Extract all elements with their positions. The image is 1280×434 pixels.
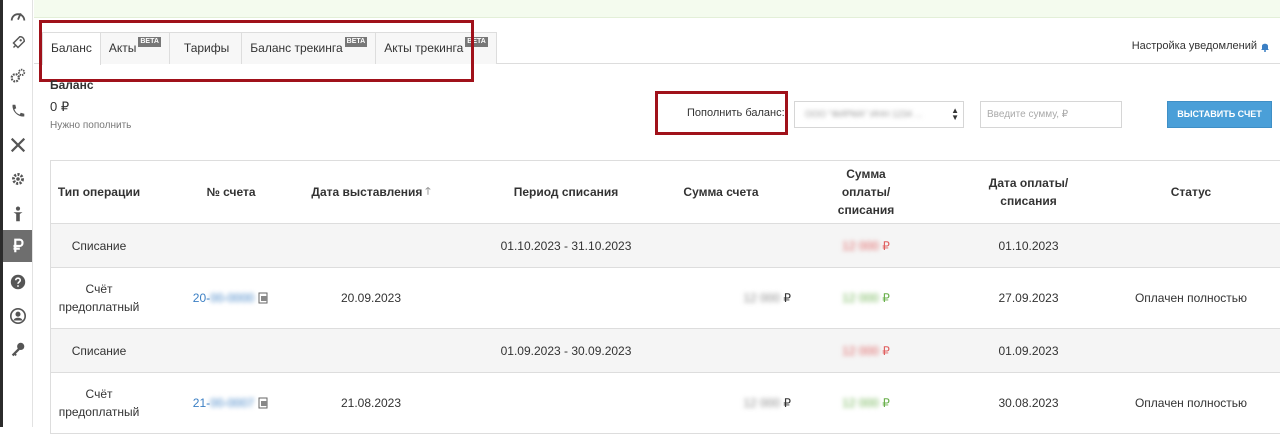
help-icon	[10, 274, 25, 290]
account-select-value: ООО "ФИРМА" ИНН 1234 ...	[805, 109, 923, 119]
table-row: Списание 01.09.2023 - 30.09.2023 12 000 …	[51, 329, 1280, 373]
issue-invoice-button[interactable]: ВЫСТАВИТЬ СЧЕТ	[1167, 101, 1272, 128]
header-type[interactable]: Тип операции	[51, 161, 147, 223]
annotation-box-tabs	[39, 20, 474, 82]
cell-paid-date: 01.10.2023	[998, 238, 1059, 253]
phone-icon	[12, 104, 24, 117]
cell-status: Оплачен полностью	[1134, 291, 1248, 305]
notification-settings-link[interactable]: Настройка уведомлений	[1132, 40, 1270, 52]
hidden-amount: 12 000	[842, 291, 879, 305]
hidden-amount: 12 000	[743, 396, 781, 410]
cell-paid-date: 30.08.2023	[998, 396, 1059, 410]
invoice-number-hidden: 00-0007	[210, 396, 255, 410]
user-circle-icon	[9, 307, 26, 325]
cell-paid-date: 01.09.2023	[998, 343, 1059, 358]
balance-amount: 0 ₽	[50, 99, 70, 114]
hidden-amount: 12 000	[743, 291, 781, 305]
currency: ₽	[882, 238, 890, 253]
sidebar-item-tools[interactable]	[3, 129, 32, 161]
top-notice-strip	[34, 0, 1280, 18]
bell-icon	[1261, 43, 1269, 52]
table-row: Списание 01.10.2023 - 31.10.2023 12 000 …	[51, 224, 1280, 268]
sidebar	[0, 0, 33, 427]
header-paid-date[interactable]: Дата оплаты/списания	[951, 161, 1106, 223]
sidebar-item-profile[interactable]	[3, 300, 32, 332]
cell-type: Счёт предоплатный	[58, 387, 140, 419]
header-issue-date[interactable]: Дата выставления 🡑	[301, 161, 441, 223]
tools-icon	[10, 137, 25, 153]
cell-invoice-sum: 12 000 ₽	[651, 268, 791, 328]
pdf-document-icon[interactable]	[258, 397, 269, 409]
account-select[interactable]: ООО "ФИРМА" ИНН 1234 ... ▲ ▼	[794, 101, 964, 128]
key-icon	[11, 342, 24, 357]
invoice-number-hidden: 00-0000	[210, 291, 255, 305]
cell-paid-sum: 12 000 ₽	[791, 268, 941, 328]
sidebar-item-calls[interactable]	[3, 95, 32, 127]
dashboard-gauge-icon	[10, 12, 25, 21]
cell-issue-date: 20.09.2023	[340, 291, 402, 305]
currency: ₽	[783, 396, 791, 410]
sidebar-item-billing[interactable]	[3, 230, 32, 262]
header-paid-sum[interactable]: Сумма оплаты/списания	[791, 161, 941, 223]
sidebar-item-users[interactable]	[3, 198, 32, 230]
sidebar-item-help[interactable]	[3, 266, 32, 298]
sort-arrow-up-icon: 🡑	[425, 186, 431, 197]
sidebar-item-rocket[interactable]	[3, 27, 32, 59]
table-row: Счёт предоплатный 21- 00-0007 21.08.2023 …	[51, 373, 1280, 434]
table-row: Счёт предоплатный 20- 00-0000 20.09.2023 …	[51, 268, 1280, 329]
cell-issue-date: 21.08.2023	[340, 396, 402, 410]
sidebar-item-settings[interactable]	[3, 163, 32, 195]
currency: ₽	[882, 291, 890, 305]
hidden-amount: 12 000	[842, 343, 879, 358]
notification-settings-label: Настройка уведомлений	[1131, 40, 1257, 52]
cell-paid-sum: 12 000 ₽	[791, 224, 941, 267]
currency: ₽	[882, 343, 890, 358]
header-period[interactable]: Период списания	[471, 161, 661, 223]
cell-invoice-sum: 12 000 ₽	[651, 373, 791, 433]
header-status[interactable]: Статус	[1121, 161, 1261, 223]
invoice-number-prefix: 20-	[192, 291, 211, 305]
header-issue-date-label: Дата выставления	[311, 185, 423, 199]
cell-paid-sum: 12 000 ₽	[791, 373, 941, 433]
hidden-amount: 12 000	[842, 396, 879, 410]
pdf-document-icon[interactable]	[258, 292, 269, 304]
gear-icon	[11, 173, 24, 185]
cell-paid-sum: 12 000 ₽	[791, 329, 941, 372]
topup-label: Пополнить баланс:	[687, 107, 785, 119]
operations-table: Тип операции № счета Дата выставления 🡑 П…	[50, 160, 1280, 434]
gears-icon	[10, 68, 25, 83]
rocket-icon	[11, 35, 25, 49]
currency: ₽	[783, 291, 791, 305]
cell-period: 01.10.2023 - 31.10.2023	[500, 238, 632, 253]
sidebar-item-access[interactable]	[3, 334, 32, 366]
cell-type: Списание	[71, 238, 127, 253]
table-header-row: Тип операции № счета Дата выставления 🡑 П…	[51, 161, 1280, 224]
cell-period: 01.09.2023 - 30.09.2023	[500, 343, 632, 358]
ruble-icon	[13, 238, 24, 253]
balance-hint: Нужно пополнить	[50, 120, 132, 131]
cell-number[interactable]: 21- 00-0007	[181, 373, 281, 433]
balance-title: Баланс	[50, 78, 94, 92]
cell-paid-date: 27.09.2023	[998, 291, 1059, 305]
hidden-amount: 12 000	[842, 238, 879, 253]
header-number[interactable]: № счета	[181, 161, 281, 223]
cell-type: Счёт предоплатный	[58, 282, 140, 314]
person-icon	[13, 206, 22, 222]
cell-type: Списание	[71, 343, 127, 358]
invoice-number-prefix: 21-	[192, 396, 211, 410]
cell-status: Оплачен полностью	[1134, 396, 1248, 410]
sidebar-item-settings-group[interactable]	[3, 60, 32, 92]
amount-input[interactable]	[980, 101, 1122, 128]
header-invoice-sum[interactable]: Сумма счета	[651, 161, 791, 223]
cell-number[interactable]: 20- 00-0000	[181, 268, 281, 328]
currency: ₽	[882, 396, 890, 410]
select-arrows-icon: ▲ ▼	[951, 106, 959, 122]
